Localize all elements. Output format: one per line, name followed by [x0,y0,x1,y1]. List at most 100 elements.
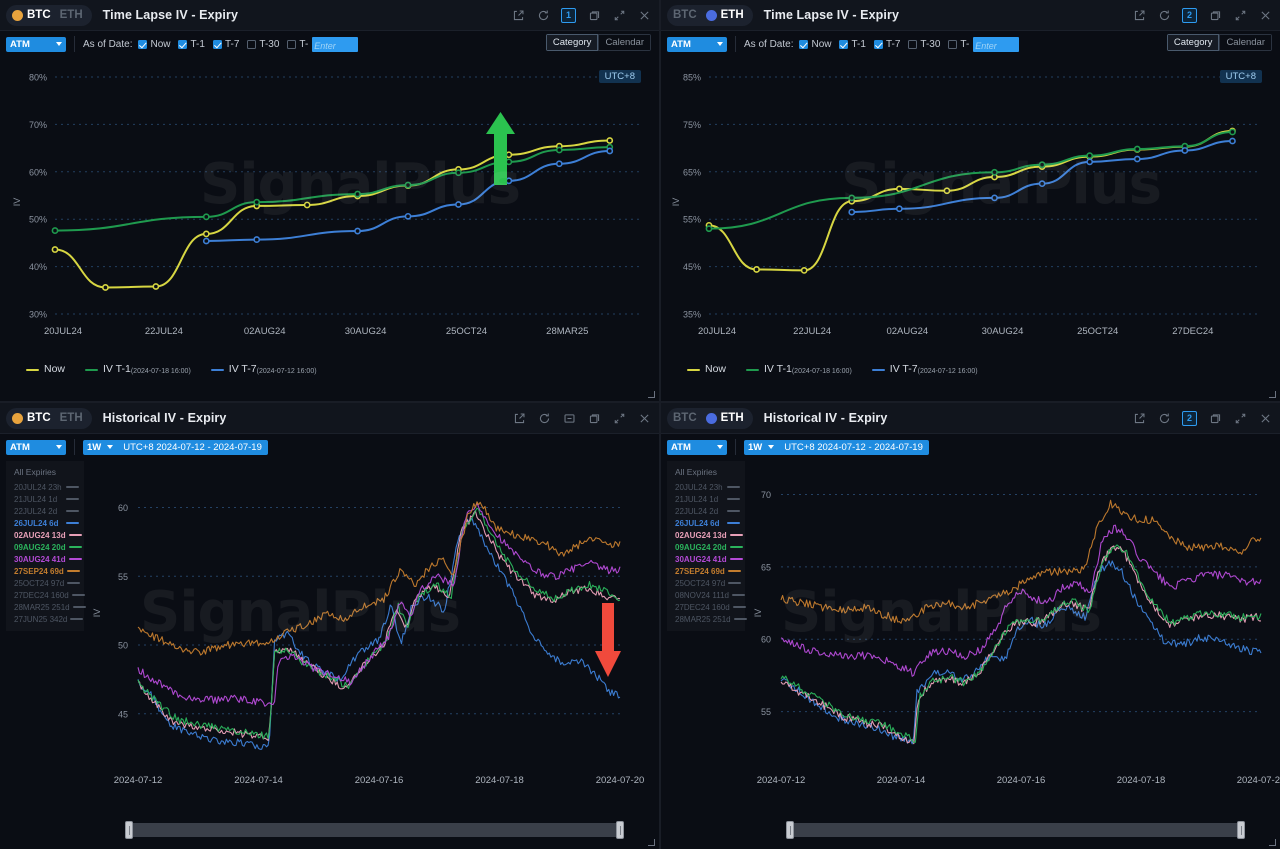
resize-handle[interactable] [647,390,655,398]
external-link-icon[interactable] [511,8,525,22]
checkbox-t30[interactable]: T-30 [247,39,279,50]
svg-text:30AUG24: 30AUG24 [982,326,1024,337]
checkbox-now[interactable]: Now [138,39,170,50]
copy-icon[interactable] [587,8,601,22]
copy-icon[interactable] [1208,411,1222,425]
coin-btc[interactable]: BTC [673,412,697,424]
asof-checkbox-group: Now T-1 T-7 T-30 T- [138,36,359,52]
legend-swatch [746,369,760,371]
coin-eth[interactable]: ETH [60,412,83,424]
close-icon[interactable] [637,8,651,22]
tcustom-input[interactable] [312,36,359,52]
chart-svg[interactable]: 35% 45% 55% 65% 75% 85% 20JUL24 22JUL24 02AUG24… [661,52,1280,352]
legend-item[interactable]: IV T-1 (2024-07-18 16:00) [85,363,191,375]
checkbox-t30[interactable]: T-30 [908,39,940,50]
expand-icon[interactable] [612,8,626,22]
copy-icon[interactable] [1208,8,1222,22]
svg-text:65%: 65% [683,167,701,177]
resize-handle[interactable] [647,838,655,846]
panel-count-badge[interactable]: 1 [561,7,576,23]
svg-text:2024-07-12: 2024-07-12 [757,775,806,786]
coin-eth[interactable]: ETH [705,412,744,424]
svg-text:20JUL24: 20JUL24 [698,326,736,337]
scrollbar-handle-right[interactable] [1237,821,1245,839]
horizontal-scrollbar[interactable] [125,821,624,839]
refresh-icon[interactable] [537,411,551,425]
svg-text:45: 45 [118,709,128,719]
legend-item[interactable]: IV T-7 (2024-07-12 16:00) [210,363,317,375]
coin-btc[interactable]: BTC [12,9,51,21]
tab-calendar[interactable]: Calendar [1219,34,1272,51]
coin-btc[interactable]: BTC [673,9,697,21]
chart-svg[interactable]: 55 60 65 70 2024-07-12 2024-07-14 2024-07-16 2… [661,455,1280,800]
atm-select[interactable]: ATM [6,439,66,455]
svg-text:40%: 40% [29,262,47,272]
chart-svg[interactable]: 45 50 55 60 2024-07-12 2024-07-14 2024-07-16 2… [0,455,660,800]
atm-select-value: ATM [10,38,30,50]
horizontal-scrollbar[interactable] [786,821,1245,839]
coin-eth[interactable]: ETH [60,9,83,21]
tab-calendar[interactable]: Calendar [598,34,651,51]
coin-selector[interactable]: BTC ETH [667,4,753,26]
coin-selector[interactable]: BTC ETH [6,407,92,429]
panel-count-badge[interactable]: 2 [1182,410,1197,426]
range-preset-select[interactable]: 1W [83,441,118,453]
checkbox-t7[interactable]: T-7 [873,39,900,50]
atm-select[interactable]: ATM [667,36,727,52]
legend-item[interactable]: Now [687,363,726,375]
copy-icon[interactable] [587,411,601,425]
down-arrow-annotation [595,603,621,677]
tab-category[interactable]: Category [545,34,599,51]
resize-handle[interactable] [1268,390,1276,398]
atm-select[interactable]: ATM [6,36,66,52]
checkbox-box [138,39,148,49]
close-icon[interactable] [1258,411,1272,425]
expand-icon[interactable] [1233,411,1247,425]
coin-btc[interactable]: BTC [12,412,51,424]
tab-category[interactable]: Category [1166,34,1220,51]
close-icon[interactable] [1258,8,1272,22]
coin-selector[interactable]: BTC ETH [667,407,753,429]
scrollbar-handle-right[interactable] [616,821,624,839]
checkbox-t1[interactable]: T-1 [178,39,205,50]
panel-titlebar: BTC ETH Time Lapse IV - Expiry 2 [661,0,1280,31]
legend-item[interactable]: Now [26,363,65,375]
expand-icon[interactable] [1233,8,1247,22]
refresh-icon[interactable] [1157,8,1171,22]
scrollbar-handle-left[interactable] [786,821,794,839]
panel-count-badge[interactable]: 2 [1182,7,1197,23]
coin-selector[interactable]: BTC ETH [6,4,92,26]
expand-icon[interactable] [612,411,626,425]
page-title: Time Lapse IV - Expiry [763,8,899,22]
checkbox-t7[interactable]: T-7 [212,39,239,50]
svg-text:2024-07-20: 2024-07-20 [596,775,645,786]
atm-select-value: ATM [671,38,691,50]
external-link-icon[interactable] [1132,411,1146,425]
range-preset-select[interactable]: 1W [744,441,779,453]
tcustom-input[interactable] [973,36,1020,52]
svg-text:2024-07-16: 2024-07-16 [355,775,404,786]
date-range-control[interactable]: 1W UTC+8 2024-07-12 - 2024-07-19 [83,439,268,455]
svg-text:28MAR25: 28MAR25 [546,326,588,337]
checkbox-tcustom[interactable]: T- [948,36,1020,52]
date-range-control[interactable]: 1W UTC+8 2024-07-12 - 2024-07-19 [744,439,929,455]
checkbox-now[interactable]: Now [799,39,831,50]
refresh-icon[interactable] [536,8,550,22]
scrollbar-handle-left[interactable] [125,821,133,839]
y-axis-title: IV [12,198,22,207]
close-icon[interactable] [637,411,651,425]
external-link-icon[interactable] [512,411,526,425]
coin-eth[interactable]: ETH [705,9,744,21]
range-preset-value: 1W [87,441,102,453]
external-link-icon[interactable] [1132,8,1146,22]
chart-svg[interactable]: 30% 40% 50% 60% 70% 80% 20JUL24 22JUL24 02AUG24… [0,52,660,352]
panel-timelapse-eth: BTC ETH Time Lapse IV - Expiry 2 ATM As … [660,0,1280,402]
atm-select[interactable]: ATM [667,439,727,455]
resize-handle[interactable] [1268,838,1276,846]
checkbox-t1[interactable]: T-1 [839,39,866,50]
refresh-icon[interactable] [1157,411,1171,425]
legend-item[interactable]: IV T-7 (2024-07-12 16:00) [871,363,978,375]
collapse-box-icon[interactable] [562,411,576,425]
legend-item[interactable]: IV T-1 (2024-07-18 16:00) [746,363,852,375]
checkbox-tcustom[interactable]: T- [287,36,359,52]
